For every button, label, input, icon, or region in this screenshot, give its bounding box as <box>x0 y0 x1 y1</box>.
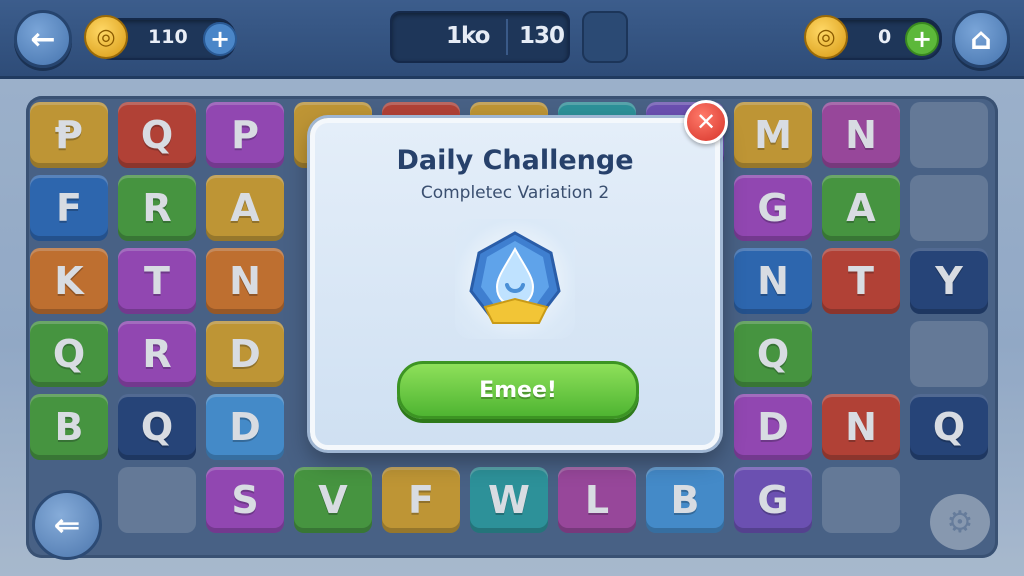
plus-icon: + <box>209 25 231 53</box>
score-divider <box>506 19 508 55</box>
add-coins-button[interactable]: + <box>203 22 237 56</box>
top-bar: ← ◎ 110 + 1ko 130 ◎ 0 + ⌂ <box>0 0 1024 79</box>
coin-count-right: 0 <box>878 26 892 48</box>
close-button[interactable]: ✕ <box>684 100 728 144</box>
back-button[interactable]: ← <box>14 10 72 68</box>
score-right: 130 <box>519 23 565 49</box>
coin-icon: ◎ <box>804 15 848 59</box>
coin-icon: ◎ <box>84 15 128 59</box>
score-display: 1ko 130 <box>390 11 570 63</box>
dialog-subtitle: Completec Variation 2 <box>420 183 610 203</box>
settings-button[interactable]: ⚙ <box>930 494 990 550</box>
score-left: 1ko <box>446 23 490 49</box>
home-icon: ⌂ <box>970 21 992 57</box>
dialog-title: Daily Challenge <box>396 145 634 176</box>
add-coins-right-button[interactable]: + <box>905 22 939 56</box>
home-button[interactable]: ⌂ <box>952 10 1010 68</box>
daily-challenge-dialog: Daily Challenge Completec Variation 2 Em… <box>310 118 720 450</box>
close-icon: ✕ <box>695 108 717 136</box>
reward-display <box>455 219 575 339</box>
arrow-left-icon: ← <box>30 21 56 57</box>
arrow-left-icon: ⇐ <box>53 506 81 544</box>
score-extra-box <box>582 11 628 63</box>
water-drop-gem-icon <box>469 231 561 324</box>
undo-button[interactable]: ⇐ <box>32 490 102 560</box>
claim-button[interactable]: Emee! <box>397 361 639 419</box>
plus-icon: + <box>911 25 933 53</box>
settings-icon: ⚙ <box>946 504 974 540</box>
coin-count-left: 110 <box>148 26 188 48</box>
